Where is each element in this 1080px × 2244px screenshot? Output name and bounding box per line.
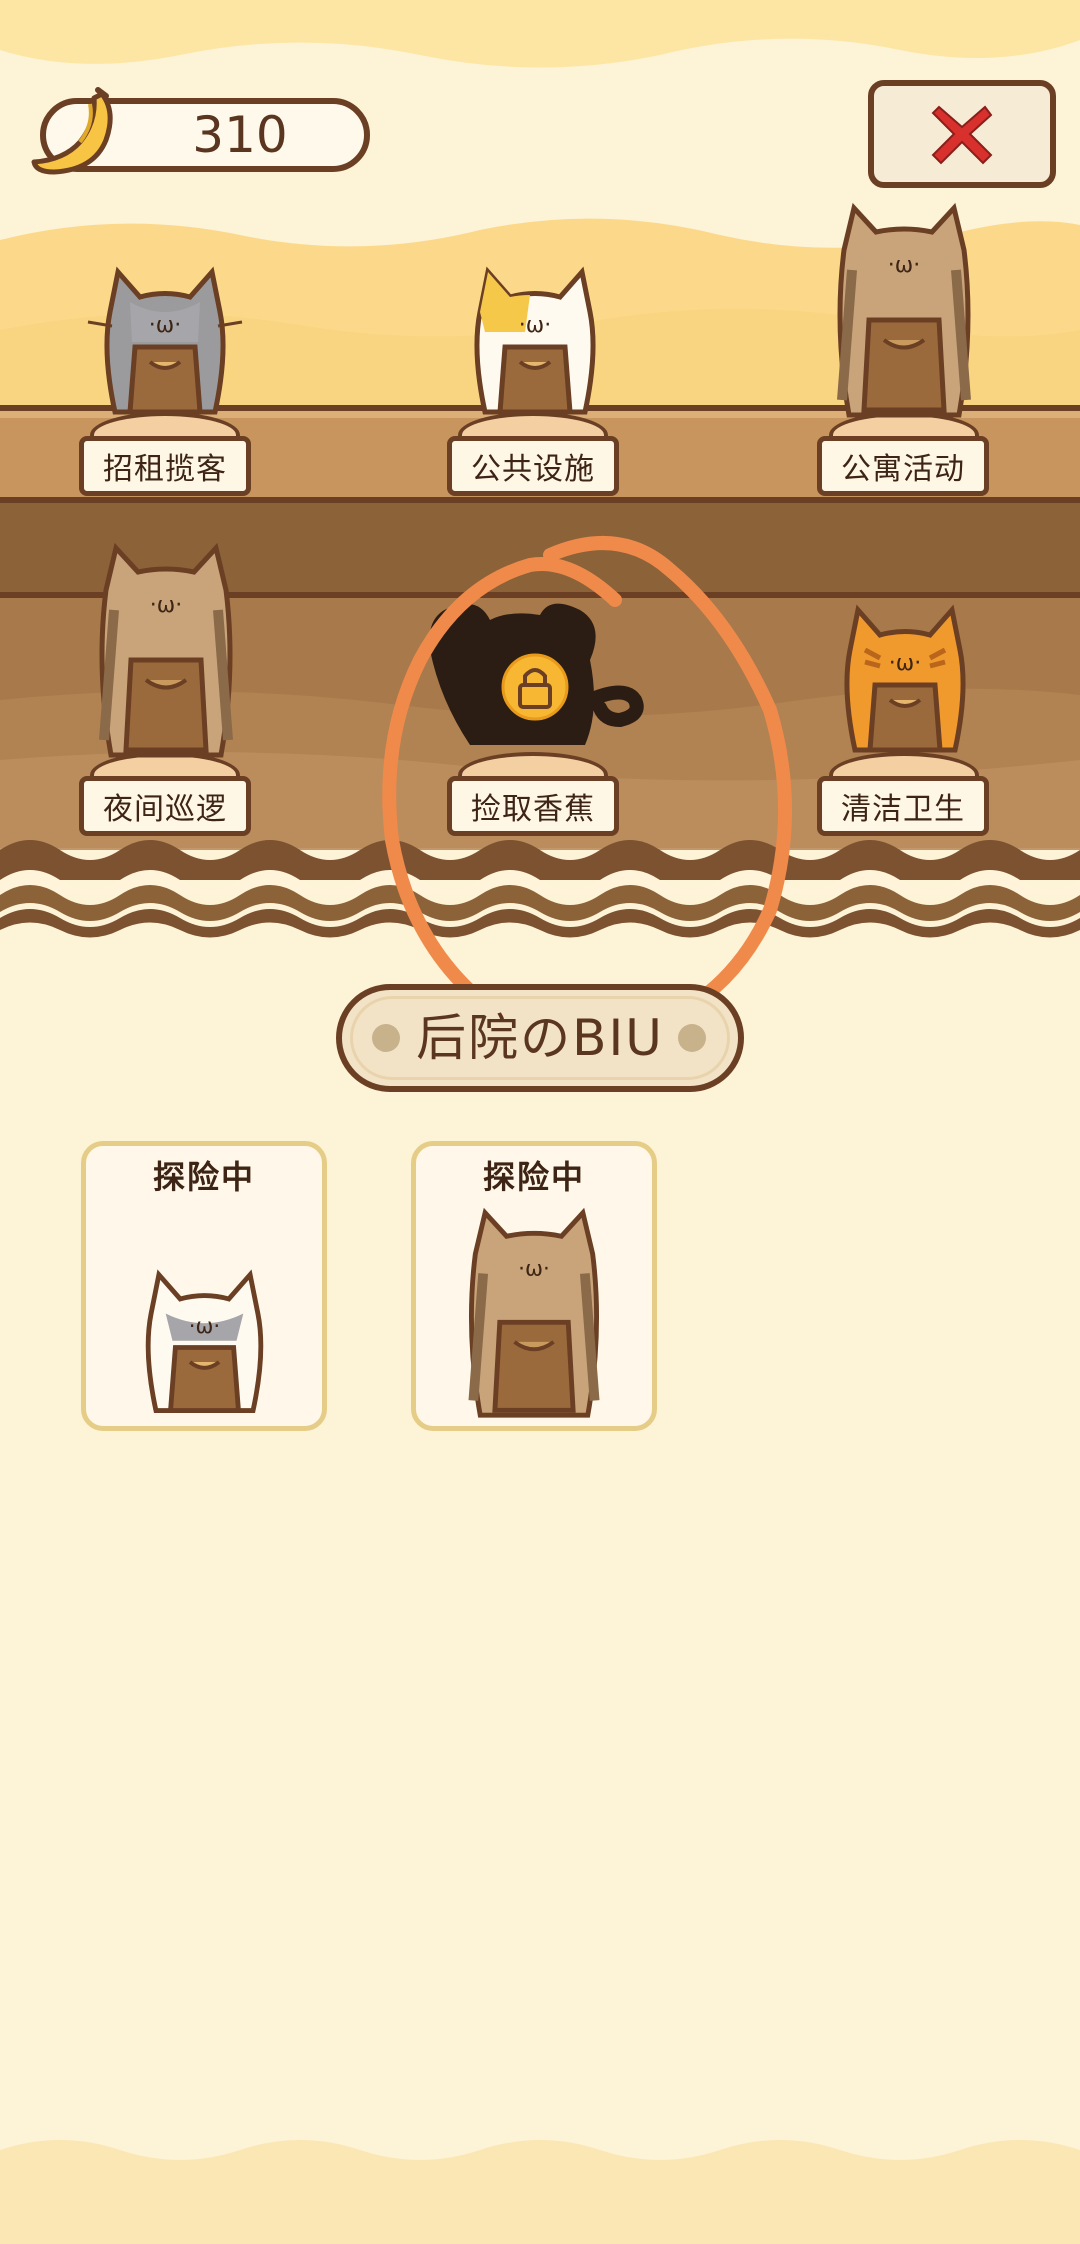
banana-count: 310 [192,106,288,164]
cat-orange-tabby[interactable]: ·ω· [820,600,990,770]
svg-text:·ω·: ·ω· [150,593,182,618]
shelf-label-cleaning[interactable]: 清洁卫生 [817,776,989,836]
svg-text:·ω·: ·ω· [888,253,920,278]
cat-gray-white[interactable]: ·ω· [80,262,250,432]
cat-tabby[interactable]: ·ω· [814,200,994,425]
svg-text:·ω·: ·ω· [149,313,181,338]
app-root: 310 ·ω· 招租揽客 ·ω· 公共设施 ·ω· 公寓活动 ·ω· 夜间巡逻 … [0,0,1080,2244]
section-title: 后院のBIU [416,1009,664,1067]
cat-tabby[interactable]: ·ω· [76,540,256,765]
shelf-label-apartment-activities[interactable]: 公寓活动 [817,436,989,496]
close-button[interactable] [868,80,1056,188]
shelf-label-night-patrol[interactable]: 夜间巡逻 [79,776,251,836]
close-x-icon [931,105,993,165]
card-status: 探险中 [482,1158,585,1196]
shelf-label-recruit[interactable]: 招租揽客 [79,436,251,496]
shelf-label-public-facilities[interactable]: 公共设施 [447,436,619,496]
cat-gray-white: ·ω· [145,1269,264,1414]
cat-tabby: ·ω· [468,1207,600,1418]
annotation-circle [382,536,792,1043]
svg-text:·ω·: ·ω· [518,1256,550,1281]
card-status: 探险中 [152,1158,255,1196]
svg-text:·ω·: ·ω· [889,651,921,676]
cat-calico[interactable]: ·ω· [450,262,620,432]
svg-text:·ω·: ·ω· [519,313,551,338]
banana-icon [31,87,113,175]
svg-text:·ω·: ·ω· [189,1314,220,1339]
